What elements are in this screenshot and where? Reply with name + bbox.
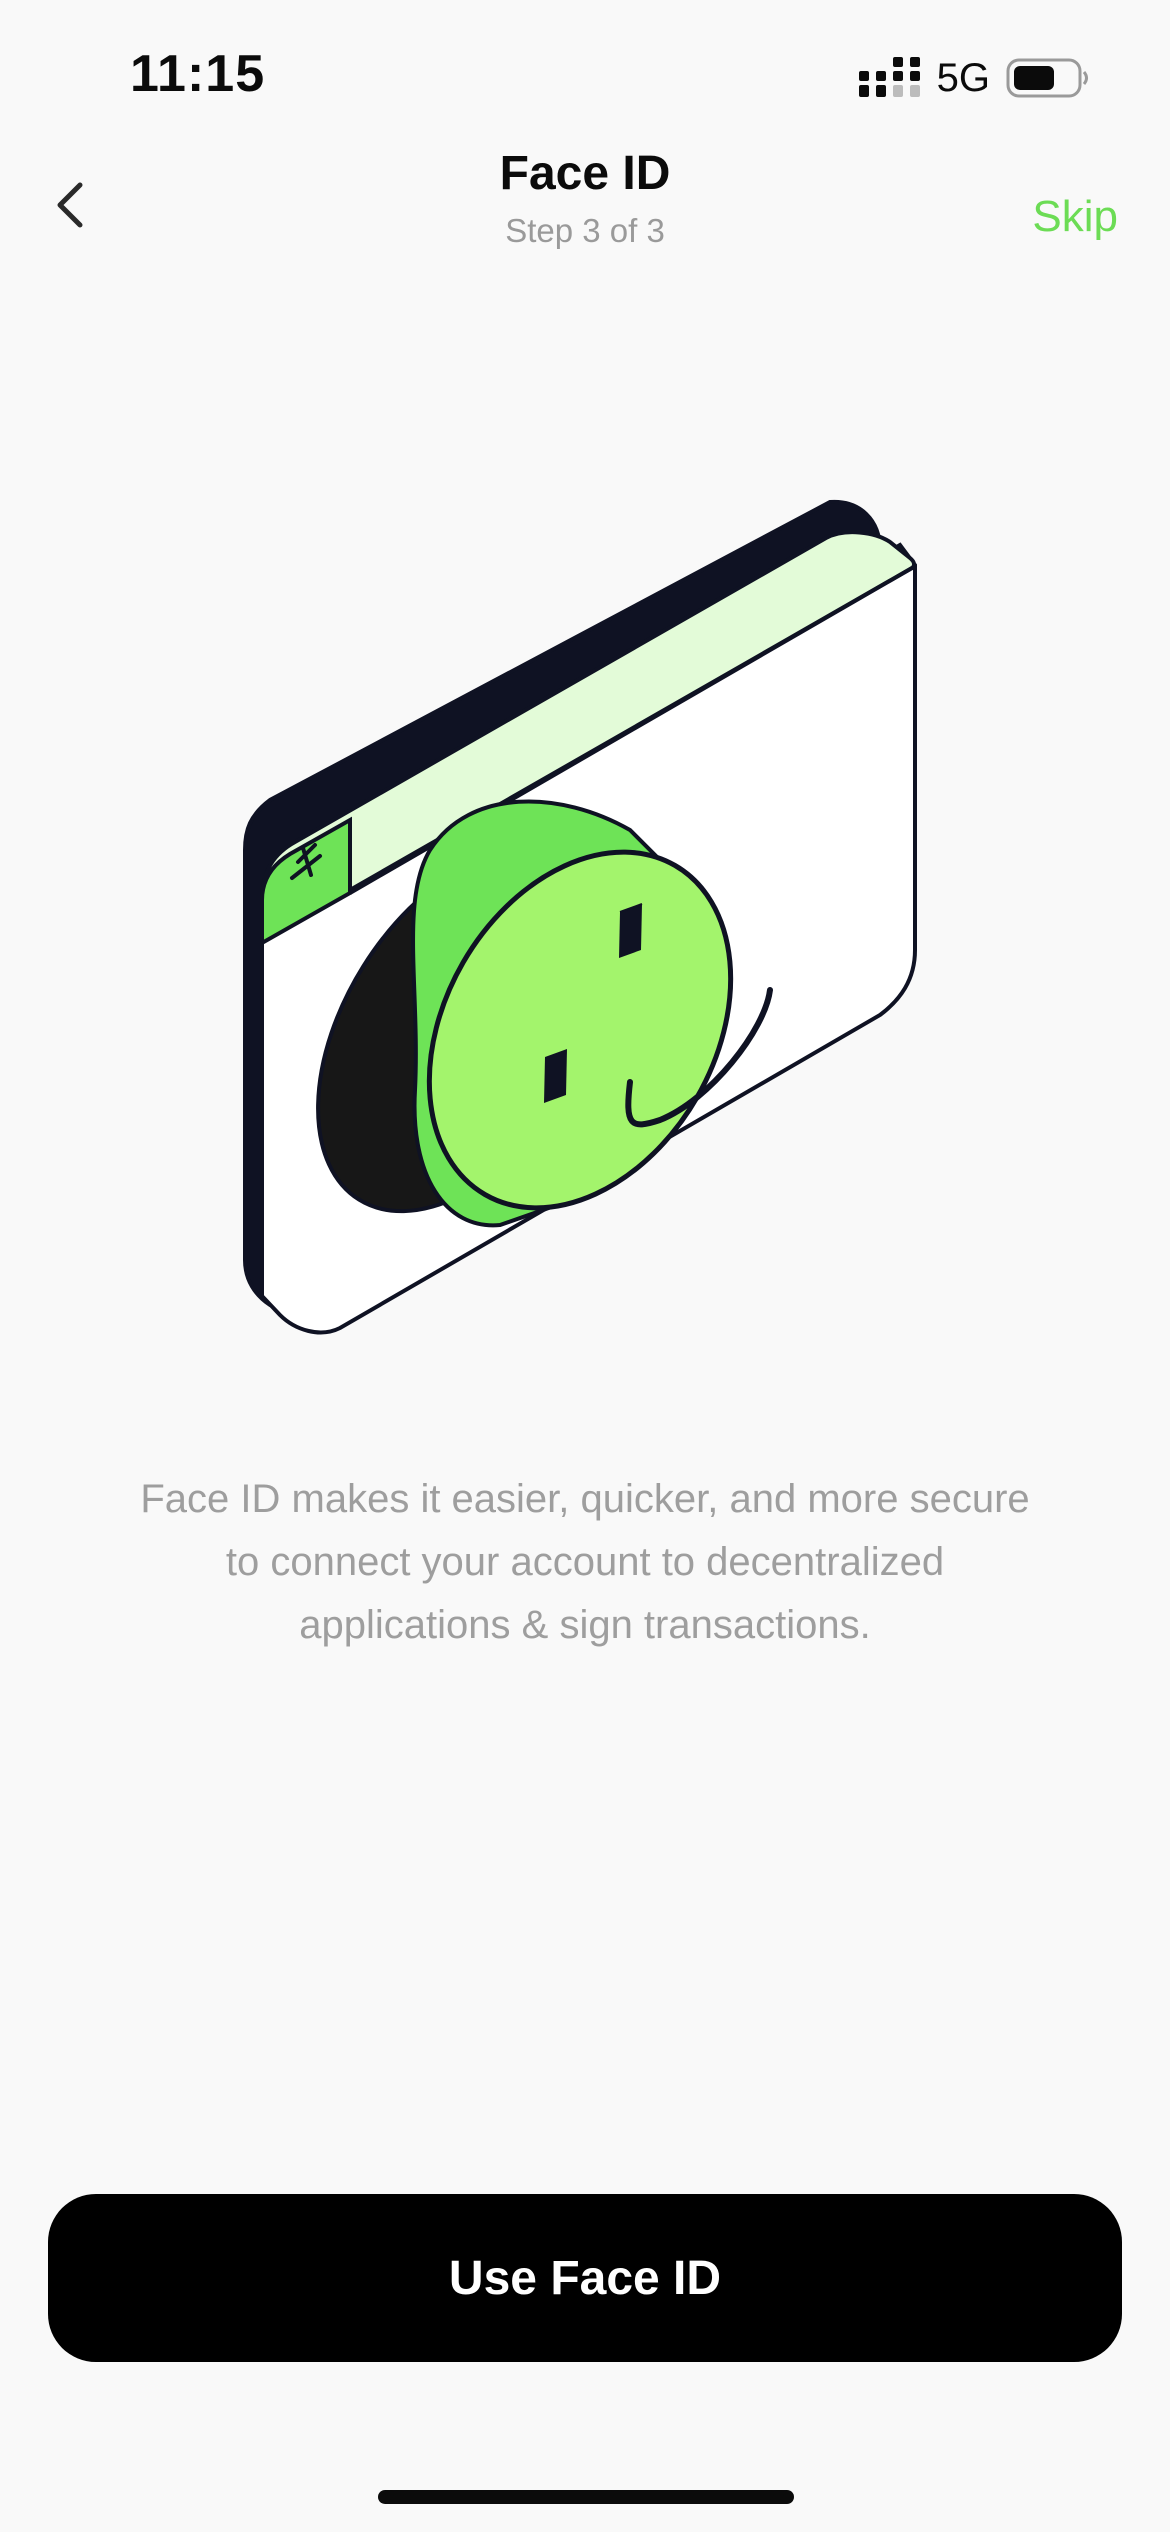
status-bar: 11:15 5G — [0, 0, 1170, 150]
step-indicator: Step 3 of 3 — [505, 212, 665, 249]
page-title: Face ID — [499, 147, 671, 200]
face-id-setup-screen: 11:15 5G Face ID Step 3 of 3 Skip Face I… — [0, 0, 1170, 2532]
face-id-illustration — [243, 499, 917, 1335]
status-indicators: 5G — [858, 55, 1090, 101]
network-label: 5G — [936, 55, 990, 100]
battery-icon — [1006, 58, 1088, 98]
use-face-id-button-label: Use Face ID — [448, 2251, 722, 2305]
skip-button[interactable]: Skip — [1032, 192, 1118, 242]
signal-icon — [858, 57, 920, 97]
home-indicator — [378, 2490, 794, 2504]
nav-header: Face ID Step 3 of 3 Skip — [0, 140, 1170, 270]
use-face-id-button[interactable]: Use Face ID — [48, 2194, 1122, 2362]
description-text: Face ID makes it easier, quicker, and mo… — [140, 1477, 1030, 1647]
status-time: 11:15 — [130, 45, 266, 103]
